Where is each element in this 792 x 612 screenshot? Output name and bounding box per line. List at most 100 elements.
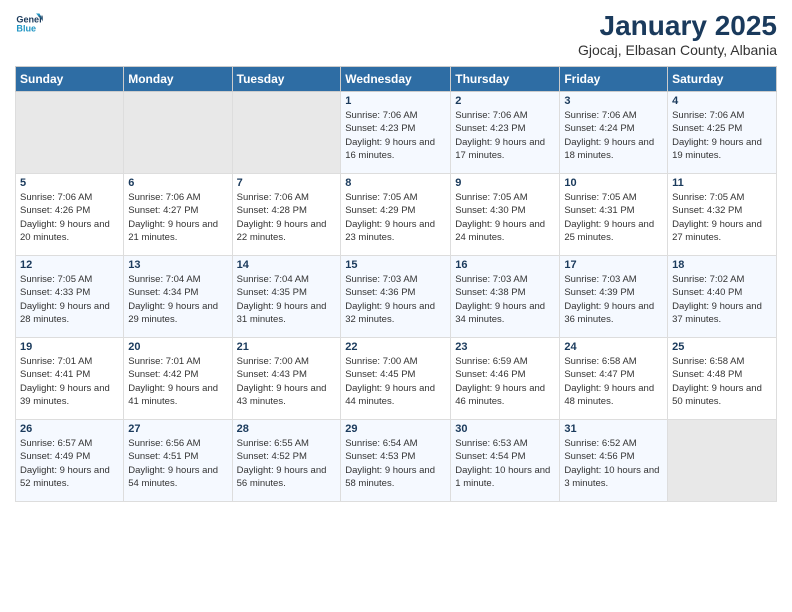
- header-sunday: Sunday: [16, 67, 124, 92]
- day-content: Sunrise: 7:05 AM Sunset: 4:30 PM Dayligh…: [455, 191, 555, 244]
- week-row-5: 26 Sunrise: 6:57 AM Sunset: 4:49 PM Dayli…: [16, 420, 777, 502]
- day-content: Sunrise: 7:06 AM Sunset: 4:27 PM Dayligh…: [128, 191, 227, 244]
- svg-text:Blue: Blue: [16, 24, 36, 34]
- day-content: Sunrise: 6:55 AM Sunset: 4:52 PM Dayligh…: [237, 437, 337, 490]
- day-content: Sunrise: 6:59 AM Sunset: 4:46 PM Dayligh…: [455, 355, 555, 408]
- day-number: 27: [128, 423, 227, 435]
- day-number: 4: [672, 95, 772, 107]
- day-content: Sunrise: 7:03 AM Sunset: 4:39 PM Dayligh…: [564, 273, 663, 326]
- day-number: 19: [20, 341, 119, 353]
- day-number: 16: [455, 259, 555, 271]
- day-number: 9: [455, 177, 555, 189]
- calendar-cell: 22 Sunrise: 7:00 AM Sunset: 4:45 PM Dayli…: [341, 338, 451, 420]
- page-header: General Blue January 2025 Gjocaj, Elbasa…: [15, 10, 777, 58]
- day-number: 3: [564, 95, 663, 107]
- day-content: Sunrise: 7:04 AM Sunset: 4:35 PM Dayligh…: [237, 273, 337, 326]
- day-number: 13: [128, 259, 227, 271]
- day-number: 6: [128, 177, 227, 189]
- day-content: Sunrise: 6:52 AM Sunset: 4:56 PM Dayligh…: [564, 437, 663, 490]
- calendar-cell: [124, 92, 232, 174]
- day-number: 25: [672, 341, 772, 353]
- calendar-cell: 6 Sunrise: 7:06 AM Sunset: 4:27 PM Daylig…: [124, 174, 232, 256]
- calendar-table: Sunday Monday Tuesday Wednesday Thursday…: [15, 66, 777, 502]
- calendar-cell: 27 Sunrise: 6:56 AM Sunset: 4:51 PM Dayli…: [124, 420, 232, 502]
- day-content: Sunrise: 7:05 AM Sunset: 4:29 PM Dayligh…: [345, 191, 446, 244]
- day-content: Sunrise: 7:06 AM Sunset: 4:25 PM Dayligh…: [672, 109, 772, 162]
- day-number: 14: [237, 259, 337, 271]
- day-content: Sunrise: 6:56 AM Sunset: 4:51 PM Dayligh…: [128, 437, 227, 490]
- day-number: 8: [345, 177, 446, 189]
- calendar-cell: 31 Sunrise: 6:52 AM Sunset: 4:56 PM Dayli…: [560, 420, 668, 502]
- calendar-cell: 25Sunrise: 6:58 AM Sunset: 4:48 PM Dayli…: [668, 338, 777, 420]
- calendar-cell: 29 Sunrise: 6:54 AM Sunset: 4:53 PM Dayli…: [341, 420, 451, 502]
- day-number: 28: [237, 423, 337, 435]
- calendar-cell: 4 Sunrise: 7:06 AM Sunset: 4:25 PM Daylig…: [668, 92, 777, 174]
- day-content: Sunrise: 7:00 AM Sunset: 4:43 PM Dayligh…: [237, 355, 337, 408]
- calendar-header-row: Sunday Monday Tuesday Wednesday Thursday…: [16, 67, 777, 92]
- header-saturday: Saturday: [668, 67, 777, 92]
- logo: General Blue: [15, 10, 43, 38]
- day-content: Sunrise: 6:57 AM Sunset: 4:49 PM Dayligh…: [20, 437, 119, 490]
- day-number: 21: [237, 341, 337, 353]
- day-number: 1: [345, 95, 446, 107]
- day-content: Sunrise: 7:00 AM Sunset: 4:45 PM Dayligh…: [345, 355, 446, 408]
- day-content: Sunrise: 7:03 AM Sunset: 4:38 PM Dayligh…: [455, 273, 555, 326]
- day-content: Sunrise: 7:02 AM Sunset: 4:40 PM Dayligh…: [672, 273, 772, 326]
- day-number: 24: [564, 341, 663, 353]
- calendar-cell: 16 Sunrise: 7:03 AM Sunset: 4:38 PM Dayli…: [451, 256, 560, 338]
- logo-icon: General Blue: [15, 10, 43, 38]
- day-content: Sunrise: 7:05 AM Sunset: 4:31 PM Dayligh…: [564, 191, 663, 244]
- calendar-cell: 5 Sunrise: 7:06 AM Sunset: 4:26 PM Daylig…: [16, 174, 124, 256]
- calendar-cell: 13 Sunrise: 7:04 AM Sunset: 4:34 PM Dayli…: [124, 256, 232, 338]
- day-number: 15: [345, 259, 446, 271]
- calendar-cell: 17 Sunrise: 7:03 AM Sunset: 4:39 PM Dayli…: [560, 256, 668, 338]
- day-content: Sunrise: 7:03 AM Sunset: 4:36 PM Dayligh…: [345, 273, 446, 326]
- day-number: 17: [564, 259, 663, 271]
- calendar-cell: 15 Sunrise: 7:03 AM Sunset: 4:36 PM Dayli…: [341, 256, 451, 338]
- calendar-cell: 8 Sunrise: 7:05 AM Sunset: 4:29 PM Daylig…: [341, 174, 451, 256]
- week-row-3: 12Sunrise: 7:05 AM Sunset: 4:33 PM Dayli…: [16, 256, 777, 338]
- day-number: 31: [564, 423, 663, 435]
- day-content: Sunrise: 6:53 AM Sunset: 4:54 PM Dayligh…: [455, 437, 555, 490]
- calendar-cell: [232, 92, 341, 174]
- day-content: Sunrise: 7:01 AM Sunset: 4:42 PM Dayligh…: [128, 355, 227, 408]
- calendar-cell: 9 Sunrise: 7:05 AM Sunset: 4:30 PM Daylig…: [451, 174, 560, 256]
- calendar-cell: 14 Sunrise: 7:04 AM Sunset: 4:35 PM Dayli…: [232, 256, 341, 338]
- week-row-1: 1 Sunrise: 7:06 AM Sunset: 4:23 PM Daylig…: [16, 92, 777, 174]
- header-monday: Monday: [124, 67, 232, 92]
- day-content: Sunrise: 6:58 AM Sunset: 4:47 PM Dayligh…: [564, 355, 663, 408]
- calendar-cell: 10Sunrise: 7:05 AM Sunset: 4:31 PM Dayli…: [560, 174, 668, 256]
- calendar-cell: 19 Sunrise: 7:01 AM Sunset: 4:41 PM Dayli…: [16, 338, 124, 420]
- day-content: Sunrise: 7:06 AM Sunset: 4:26 PM Dayligh…: [20, 191, 119, 244]
- day-number: 18: [672, 259, 772, 271]
- calendar-cell: 2 Sunrise: 7:06 AM Sunset: 4:23 PM Daylig…: [451, 92, 560, 174]
- calendar-cell: 28 Sunrise: 6:55 AM Sunset: 4:52 PM Dayli…: [232, 420, 341, 502]
- day-content: Sunrise: 6:54 AM Sunset: 4:53 PM Dayligh…: [345, 437, 446, 490]
- day-content: Sunrise: 7:04 AM Sunset: 4:34 PM Dayligh…: [128, 273, 227, 326]
- day-number: 29: [345, 423, 446, 435]
- week-row-2: 5 Sunrise: 7:06 AM Sunset: 4:26 PM Daylig…: [16, 174, 777, 256]
- day-number: 5: [20, 177, 119, 189]
- day-content: Sunrise: 7:06 AM Sunset: 4:28 PM Dayligh…: [237, 191, 337, 244]
- day-number: 2: [455, 95, 555, 107]
- day-content: Sunrise: 7:06 AM Sunset: 4:24 PM Dayligh…: [564, 109, 663, 162]
- calendar-cell: [16, 92, 124, 174]
- day-content: Sunrise: 7:01 AM Sunset: 4:41 PM Dayligh…: [20, 355, 119, 408]
- calendar-cell: 23Sunrise: 6:59 AM Sunset: 4:46 PM Dayli…: [451, 338, 560, 420]
- day-content: Sunrise: 7:05 AM Sunset: 4:32 PM Dayligh…: [672, 191, 772, 244]
- calendar-cell: 24 Sunrise: 6:58 AM Sunset: 4:47 PM Dayli…: [560, 338, 668, 420]
- day-content: Sunrise: 7:06 AM Sunset: 4:23 PM Dayligh…: [455, 109, 555, 162]
- day-content: Sunrise: 7:05 AM Sunset: 4:33 PM Dayligh…: [20, 273, 119, 326]
- day-number: 22: [345, 341, 446, 353]
- day-number: 26: [20, 423, 119, 435]
- day-number: 11: [672, 177, 772, 189]
- calendar-cell: 11 Sunrise: 7:05 AM Sunset: 4:32 PM Dayli…: [668, 174, 777, 256]
- day-number: 30: [455, 423, 555, 435]
- header-tuesday: Tuesday: [232, 67, 341, 92]
- day-content: Sunrise: 7:06 AM Sunset: 4:23 PM Dayligh…: [345, 109, 446, 162]
- calendar-cell: 30 Sunrise: 6:53 AM Sunset: 4:54 PM Dayli…: [451, 420, 560, 502]
- header-wednesday: Wednesday: [341, 67, 451, 92]
- day-number: 7: [237, 177, 337, 189]
- calendar-cell: [668, 420, 777, 502]
- calendar-cell: 21 Sunrise: 7:00 AM Sunset: 4:43 PM Dayli…: [232, 338, 341, 420]
